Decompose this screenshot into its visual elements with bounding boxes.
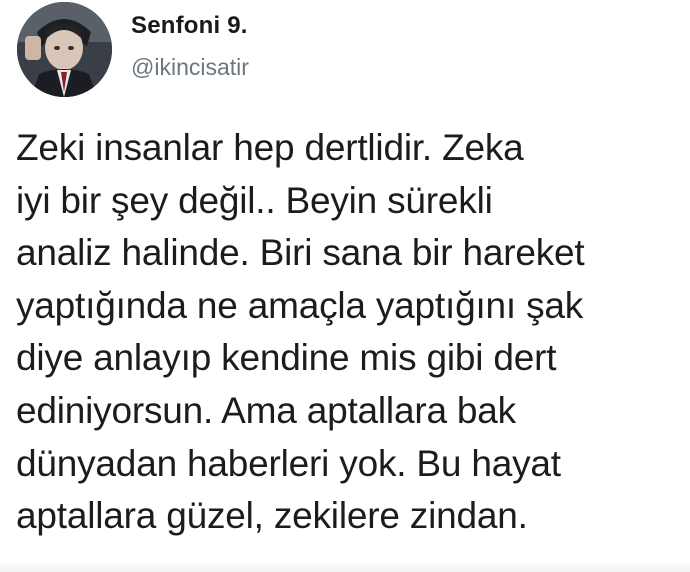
tweet-text-line: dünyadan haberleri yok. Bu hayat [16, 442, 561, 484]
avatar[interactable] [17, 2, 112, 97]
bottom-divider [0, 562, 690, 572]
tweet-card: Senfoni 9. @ikincisatir Zeki insanlar he… [0, 0, 690, 572]
tweet-text-line: Zeki insanlar hep dertlidir. Zeka [16, 127, 524, 168]
tweet-text-line: ediniyorsun. Ama aptallara bak [16, 389, 516, 431]
avatar-image [17, 2, 112, 97]
tweet-text-line: yaptığında ne amaçla yaptığını şak [16, 284, 584, 326]
tweet-text-line: analiz halinde. Biri sana bir hareket [16, 232, 585, 274]
display-name[interactable]: Senfoni 9. [131, 12, 248, 40]
tweet-header: Senfoni 9. @ikincisatir [17, 0, 517, 104]
tweet-text: Zeki insanlar hep dertlidir. Zeka iyi bi… [16, 122, 676, 543]
tweet-text-line: diye anlayıp kendine mis gibi dert [16, 337, 557, 379]
user-handle[interactable]: @ikincisatir [131, 54, 249, 81]
tweet-text-line: iyi bir şey değil.. Beyin sürekli [16, 179, 493, 221]
tweet-text-line: aptallara güzel, zekilere zindan. [16, 495, 528, 537]
